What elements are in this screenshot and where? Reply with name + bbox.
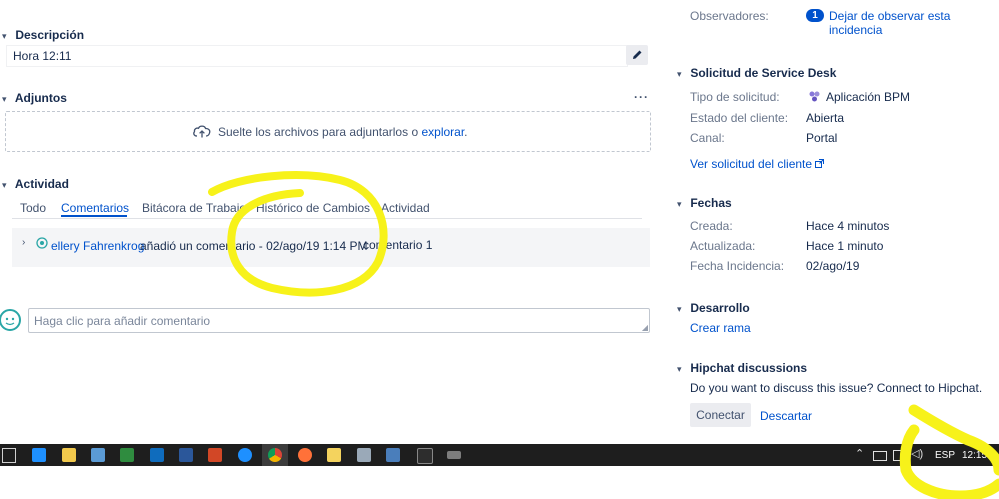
request-type-icon	[809, 91, 820, 102]
chevron-down-icon: ▾	[677, 69, 682, 79]
resize-handle-icon[interactable]: ◢	[642, 323, 648, 332]
word-icon[interactable]	[179, 448, 193, 462]
comment-action: añadió un comentario - 02/ago/19 1:14 PM	[140, 239, 368, 253]
edit-button[interactable]	[626, 45, 648, 65]
dates-header[interactable]: ▾ Fechas	[677, 196, 732, 210]
tabs-divider	[12, 218, 642, 219]
connect-button[interactable]: Conectar	[690, 403, 751, 427]
comment-item[interactable]: › ellery Fahrenkrog añadió un comentario…	[12, 228, 650, 267]
activity-title: Actividad	[14, 177, 69, 191]
tab-comments[interactable]: Comentarios	[61, 201, 129, 215]
dropzone-text: Suelte los archivos para adjuntarlos o e…	[218, 125, 468, 139]
chrome-icon[interactable]	[268, 448, 282, 462]
clock[interactable]: 12:15	[962, 450, 987, 461]
comment-author[interactable]: ellery Fahrenkrog	[51, 239, 144, 253]
tray-overflow-icon[interactable]: ⌃	[855, 447, 864, 460]
view-customer-request-link[interactable]: Ver solicitud del cliente	[690, 157, 825, 171]
description-value: Hora 12:11	[13, 49, 72, 63]
task-view-icon[interactable]	[2, 448, 16, 463]
view-customer-request-label: Ver solicitud del cliente	[690, 157, 813, 171]
chevron-down-icon: ▾	[677, 304, 682, 314]
description-title: Descripción	[15, 28, 85, 42]
dates-title: Fechas	[690, 196, 732, 210]
volume-icon[interactable]: ◁)	[911, 447, 923, 460]
watchers-label: Observadores:	[690, 9, 769, 23]
notes-icon[interactable]	[327, 448, 341, 462]
development-title: Desarrollo	[690, 301, 750, 315]
battery-icon[interactable]	[873, 451, 887, 461]
tab-all[interactable]: Todo	[20, 201, 46, 215]
outlook-icon[interactable]	[150, 448, 164, 462]
incident-date-label: Fecha Incidencia:	[690, 259, 785, 273]
hipchat-header[interactable]: ▾ Hipchat discussions	[677, 361, 807, 375]
user-avatar-icon	[36, 237, 48, 249]
hipchat-title: Hipchat discussions	[690, 361, 808, 375]
request-type-value: Aplicación BPM	[826, 90, 911, 104]
service-desk-title: Solicitud de Service Desk	[690, 66, 837, 80]
description-field[interactable]: Hora 12:11	[6, 45, 628, 67]
tab-work-log[interactable]: Bitácora de Trabajo	[142, 201, 246, 215]
customer-status-label: Estado del cliente:	[690, 111, 789, 125]
request-type-label: Tipo de solicitud:	[690, 90, 780, 104]
tab-activity[interactable]: Actividad	[381, 201, 430, 215]
pencil-icon	[633, 50, 642, 59]
add-comment-input[interactable]: Haga clic para añadir comentario ◢	[28, 308, 650, 333]
terminal-icon[interactable]	[417, 448, 433, 464]
updated-label: Actualizada:	[690, 239, 756, 253]
unwatch-link[interactable]: Dejar de observar esta incidencia	[829, 9, 999, 37]
attachments-header[interactable]: ▾ Adjuntos	[2, 91, 67, 105]
current-user-avatar-icon	[0, 309, 21, 331]
dropzone-period: .	[464, 125, 468, 139]
project-icon[interactable]	[120, 448, 134, 462]
network-icon[interactable]	[893, 450, 906, 461]
file-explorer-icon[interactable]	[62, 448, 76, 462]
create-branch-link[interactable]: Crear rama	[690, 321, 751, 335]
dropzone-label: Suelte los archivos para adjuntarlos o	[218, 125, 419, 139]
attachments-more-button[interactable]: ···	[634, 90, 649, 104]
service-desk-header[interactable]: ▾ Solicitud de Service Desk	[677, 66, 836, 80]
firefox-icon[interactable]	[298, 448, 312, 462]
language-indicator[interactable]: ESP	[935, 450, 955, 461]
edge-icon[interactable]	[32, 448, 46, 462]
channel-label: Canal:	[690, 131, 725, 145]
chevron-down-icon: ▾	[2, 94, 7, 104]
updated-value: Hace 1 minuto	[806, 239, 884, 253]
external-link-icon	[815, 159, 825, 168]
tab-history[interactable]: Histórico de Cambios	[256, 201, 370, 215]
internet-explorer-icon[interactable]	[238, 448, 252, 462]
chevron-down-icon: ▾	[2, 31, 7, 41]
app-icon-2[interactable]	[357, 448, 371, 462]
app-icon-1[interactable]	[91, 448, 105, 462]
chevron-down-icon: ▾	[677, 364, 682, 374]
created-label: Creada:	[690, 219, 733, 233]
watchers-count-badge: 1	[806, 9, 824, 22]
chevron-down-icon: ▾	[2, 180, 7, 190]
chevron-right-icon[interactable]: ›	[22, 237, 25, 248]
app-icon-4[interactable]	[447, 451, 461, 459]
cloud-upload-icon	[193, 125, 211, 138]
add-comment-placeholder: Haga clic para añadir comentario	[34, 314, 211, 328]
chevron-down-icon: ▾	[677, 199, 682, 209]
browse-link[interactable]: explorar	[421, 125, 464, 139]
activity-header[interactable]: ▾ Actividad	[2, 177, 69, 191]
below-taskbar-area	[0, 466, 999, 499]
tab-active-indicator	[61, 215, 127, 217]
description-header[interactable]: ▾ Descripción	[2, 28, 84, 42]
customer-status-value: Abierta	[806, 111, 845, 125]
powerpoint-icon[interactable]	[208, 448, 222, 462]
app-icon-3[interactable]	[386, 448, 400, 462]
attachments-dropzone[interactable]: Suelte los archivos para adjuntarlos o e…	[5, 111, 651, 152]
attachments-title: Adjuntos	[14, 91, 67, 105]
hipchat-text: Do you want to discuss this issue? Conne…	[690, 381, 983, 395]
development-header[interactable]: ▾ Desarrollo	[677, 301, 750, 315]
comment-text: comentario 1	[363, 238, 433, 252]
dismiss-link[interactable]: Descartar	[760, 409, 812, 423]
incident-date-value: 02/ago/19	[806, 259, 860, 273]
channel-value: Portal	[806, 131, 838, 145]
created-value: Hace 4 minutos	[806, 219, 890, 233]
